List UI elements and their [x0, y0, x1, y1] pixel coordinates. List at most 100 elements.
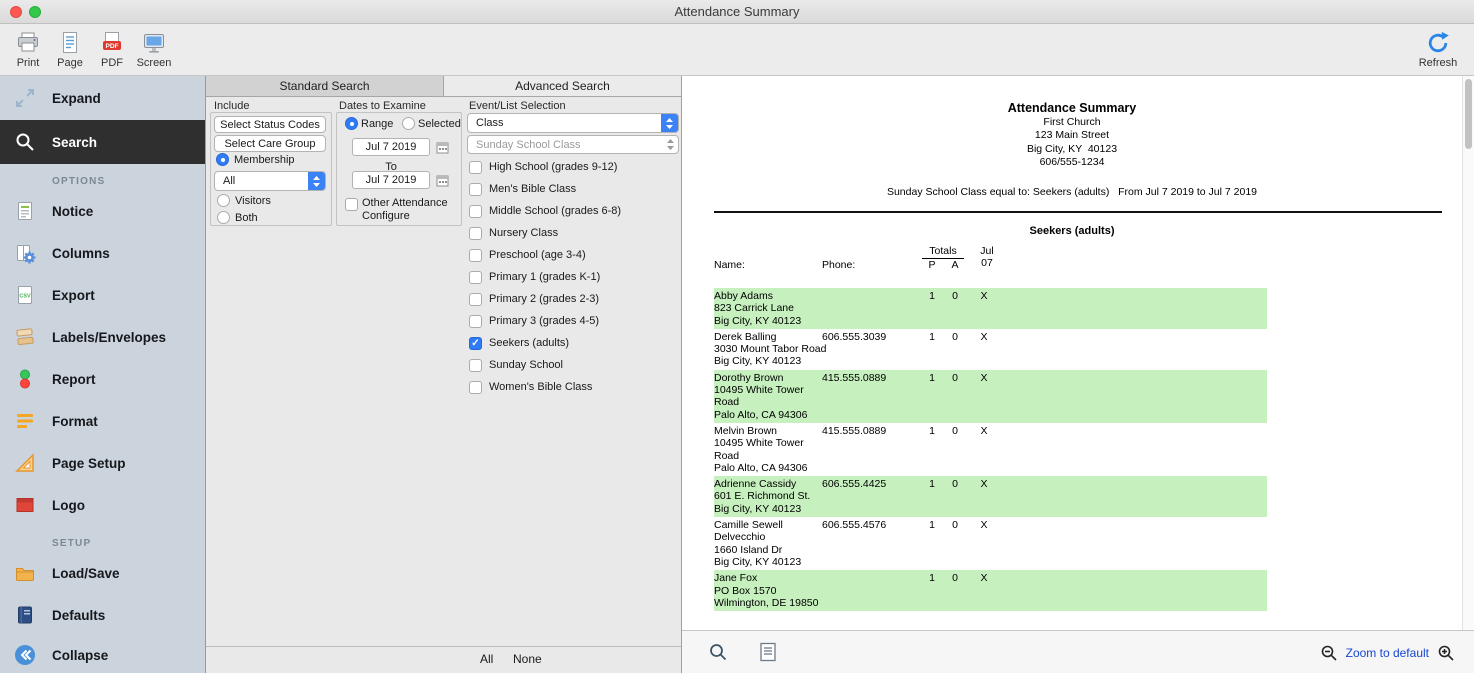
to-date-input[interactable]: Jul 7 2019 [352, 171, 430, 189]
sidebar-label-notice: Notice [52, 204, 93, 219]
sidebar-item-defaults[interactable]: Defaults [0, 594, 205, 636]
report-name-address: Melvin Brown 10495 White Tower Road Palo… [714, 425, 1267, 474]
class-checkbox[interactable] [469, 227, 482, 240]
event-subtype-dropdown[interactable]: Sunday School Class [467, 135, 679, 154]
sidebar-section-setup: SETUP [0, 526, 205, 552]
class-checkbox[interactable] [469, 161, 482, 174]
class-checkbox[interactable] [469, 293, 482, 306]
other-attendance-checkbox[interactable] [345, 198, 358, 211]
class-list-item[interactable]: Preschool (age 3-4) [469, 244, 677, 266]
class-label: Primary 3 (grades 4-5) [489, 315, 599, 327]
print-button[interactable]: Print [10, 30, 46, 69]
csv-export-icon: CSV [12, 282, 38, 308]
zoom-to-default-link[interactable]: Zoom to default [1346, 646, 1429, 660]
refresh-button[interactable]: Refresh [1412, 30, 1464, 69]
zoom-in-icon[interactable] [1436, 643, 1456, 663]
sidebar-item-labels-envelopes[interactable]: Labels/Envelopes [0, 316, 205, 358]
close-button[interactable] [10, 6, 22, 18]
report-preview-panel: Attendance Summary First Church 123 Main… [682, 76, 1474, 673]
sidebar-item-logo[interactable]: Logo [0, 484, 205, 526]
scrollbar-thumb[interactable] [1465, 79, 1472, 149]
sidebar-label-load-save: Load/Save [52, 566, 120, 581]
book-icon [12, 602, 38, 628]
select-all-button[interactable]: All [480, 652, 493, 666]
class-checkbox[interactable] [469, 359, 482, 372]
date-picker-icon[interactable] [436, 174, 449, 187]
sidebar-item-page-setup[interactable]: Page Setup [0, 442, 205, 484]
configure-link[interactable]: Configure [362, 210, 448, 223]
class-list-item[interactable]: Sunday School [469, 354, 677, 376]
date-column-day: 07 [976, 257, 998, 269]
class-label: Women's Bible Class [489, 381, 592, 393]
both-radio[interactable] [217, 211, 230, 224]
class-list-item[interactable]: Seekers (adults) [469, 332, 677, 354]
range-radio[interactable] [345, 117, 358, 130]
tab-standard-search[interactable]: Standard Search [206, 76, 444, 96]
pdf-button[interactable]: PDF PDF [94, 30, 130, 69]
class-list-item[interactable]: High School (grades 9-12) [469, 156, 677, 178]
sidebar-item-columns[interactable]: Columns [0, 232, 205, 274]
magnifier-icon[interactable] [708, 642, 728, 662]
page-view-icon[interactable] [758, 642, 778, 662]
dropdown-arrows-icon [661, 114, 678, 132]
sidebar-item-notice[interactable]: Notice [0, 190, 205, 232]
search-icon [12, 129, 38, 155]
selected-radio[interactable] [402, 117, 415, 130]
report-row: Adrienne Cassidy 601 E. Richmond St. Big… [714, 476, 1267, 517]
class-list-item[interactable]: Primary 3 (grades 4-5) [469, 310, 677, 332]
sidebar-item-expand[interactable]: Expand [0, 76, 205, 120]
date-picker-icon[interactable] [436, 141, 449, 154]
report-phone: 415.555.0889 [822, 425, 886, 437]
pdf-label: PDF [101, 57, 123, 69]
visitors-radio[interactable] [217, 194, 230, 207]
class-checkbox[interactable] [469, 381, 482, 394]
class-list-item[interactable]: Primary 2 (grades 2-3) [469, 288, 677, 310]
report-absent-count: 0 [947, 331, 963, 343]
sidebar-item-export[interactable]: CSV Export [0, 274, 205, 316]
class-checkbox[interactable] [469, 183, 482, 196]
class-list-item[interactable]: Nursery Class [469, 222, 677, 244]
vertical-scrollbar[interactable] [1462, 76, 1474, 630]
sidebar-item-load-save[interactable]: Load/Save [0, 552, 205, 594]
report-attendance-mark: X [978, 372, 990, 384]
report-status-icon [12, 366, 38, 392]
report-attendance-mark: X [978, 478, 990, 490]
report-bottom-bar: Zoom to default [682, 630, 1474, 673]
class-list-item[interactable]: Middle School (grades 6-8) [469, 200, 677, 222]
class-checkbox[interactable] [469, 249, 482, 262]
report-header: Attendance Summary First Church 123 Main… [682, 102, 1462, 170]
page-button[interactable]: Page [52, 30, 88, 69]
svg-text:CSV: CSV [19, 294, 31, 300]
zoom-button[interactable] [29, 6, 41, 18]
refresh-icon [1425, 30, 1451, 56]
class-checkbox[interactable] [469, 271, 482, 284]
class-checkbox[interactable] [469, 315, 482, 328]
screen-button[interactable]: Screen [136, 30, 172, 69]
list-actions-bar: All None [206, 646, 681, 673]
sidebar-section-options: OPTIONS [0, 164, 205, 190]
sidebar-label-labels-envelopes: Labels/Envelopes [52, 330, 166, 345]
page-label: Page [57, 57, 83, 69]
sidebar-item-search[interactable]: Search [0, 120, 205, 164]
sidebar-item-format[interactable]: Format [0, 400, 205, 442]
event-list-header: Event/List Selection [469, 100, 566, 112]
select-none-button[interactable]: None [513, 652, 542, 666]
event-type-dropdown[interactable]: Class [467, 113, 679, 133]
zoom-out-icon[interactable] [1319, 643, 1339, 663]
class-list-item[interactable]: Men's Bible Class [469, 178, 677, 200]
from-date-input[interactable]: Jul 7 2019 [352, 138, 430, 156]
membership-radio[interactable] [216, 153, 229, 166]
sidebar-item-collapse[interactable]: Collapse [0, 636, 205, 673]
class-checkbox[interactable] [469, 205, 482, 218]
class-list-item[interactable]: Women's Bible Class [469, 376, 677, 398]
class-list-item[interactable]: Primary 1 (grades K-1) [469, 266, 677, 288]
tab-advanced-search[interactable]: Advanced Search [444, 76, 681, 96]
report-present-count: 1 [924, 572, 940, 584]
membership-type-dropdown[interactable]: All [214, 171, 326, 191]
select-status-codes-button[interactable]: Select Status Codes [214, 116, 326, 133]
sidebar-item-report[interactable]: Report [0, 358, 205, 400]
name-column-header: Name: [714, 259, 745, 271]
select-care-group-button[interactable]: Select Care Group [214, 135, 326, 152]
class-checkbox[interactable] [469, 337, 482, 350]
pdf-icon: PDF [99, 30, 125, 56]
